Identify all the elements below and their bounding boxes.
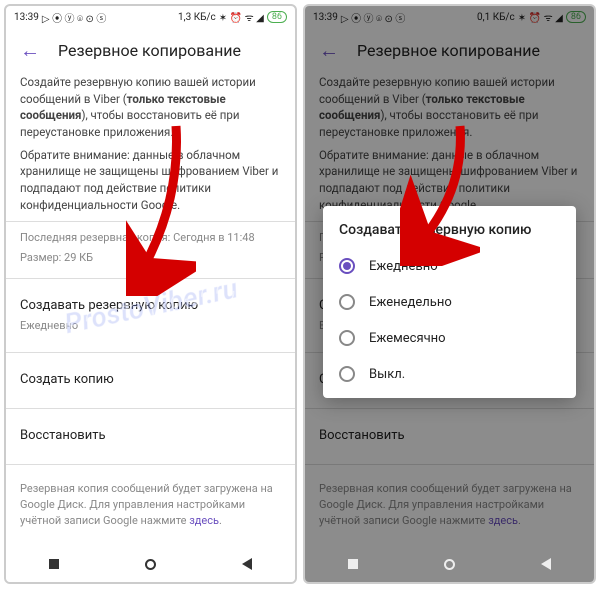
page-title: Резервное копирование [58, 41, 241, 60]
schedule-dialog: Создавать резервную копию Ежедневно Ежен… [323, 206, 576, 398]
schedule-title: Создавать резервную копию [20, 297, 281, 316]
radio-icon [339, 294, 355, 310]
right-screenshot: 13:39 ▷ ⦿ ⓨ ⌾ ⊙ ⓢ 0,1 КБ/с ✶ ⏰ ᯤ ◢ 86 ← … [303, 4, 596, 584]
back-icon[interactable]: ← [20, 40, 40, 60]
status-icons-left: ▷ ⦿ ⓨ ⌾ ⊙ ⓢ [42, 10, 106, 25]
left-screenshot: 13:39 ▷ ⦿ ⓨ ⌾ ⊙ ⓢ 1,3 КБ/с ✶ ⏰ ᯤ ◢ 86 ← … [4, 4, 297, 584]
recent-apps-icon[interactable] [348, 559, 358, 569]
backup-now-row[interactable]: Создать копию [20, 361, 281, 400]
recent-apps-icon[interactable] [49, 559, 59, 569]
back-nav-icon[interactable] [541, 558, 551, 570]
schedule-value: Ежедневно [20, 318, 281, 334]
intro-paragraph-2: Обратите внимание: данные в облачном хра… [20, 147, 281, 214]
content-area: Создайте резервную копию вашей истории с… [6, 74, 295, 546]
android-navbar [305, 546, 594, 582]
radio-icon [339, 366, 355, 382]
restore-row[interactable]: Восстановить [20, 417, 281, 456]
option-monthly[interactable]: Ежемесячно [339, 320, 560, 356]
dialog-title: Создавать резервную копию [339, 222, 560, 238]
option-off[interactable]: Выкл. [339, 356, 560, 392]
radio-icon [339, 330, 355, 346]
status-icons-right: ✶ ⏰ ᯤ ◢ [219, 10, 264, 24]
footer-link[interactable]: здесь [189, 514, 219, 527]
option-weekly[interactable]: Еженедельно [339, 284, 560, 320]
backup-size-label: Размер: 29 КБ [20, 250, 281, 270]
android-navbar [6, 546, 295, 582]
intro-paragraph-1: Создайте резервную копию вашей истории с… [20, 74, 281, 141]
radio-icon [339, 258, 355, 274]
footer-note: Резервная копия сообщений будет загружен… [20, 473, 281, 537]
home-icon[interactable] [145, 559, 156, 570]
status-net: 1,3 КБ/с [178, 12, 216, 23]
home-icon[interactable] [444, 559, 455, 570]
status-bar: 13:39 ▷ ⦿ ⓨ ⌾ ⊙ ⓢ 1,3 КБ/с ✶ ⏰ ᯤ ◢ 86 [6, 6, 295, 28]
status-time: 13:39 [14, 12, 39, 23]
battery-icon: 86 [267, 11, 287, 23]
backup-now-label: Создать копию [20, 371, 281, 390]
back-nav-icon[interactable] [242, 558, 252, 570]
restore-label: Восстановить [20, 427, 281, 446]
app-bar: ← Резервное копирование [6, 28, 295, 74]
last-backup-label: Последняя резервная копия: Сегодня в 11:… [20, 230, 281, 250]
schedule-row[interactable]: Создавать резервную копию Ежедневно [20, 287, 281, 344]
option-daily[interactable]: Ежедневно [339, 248, 560, 284]
